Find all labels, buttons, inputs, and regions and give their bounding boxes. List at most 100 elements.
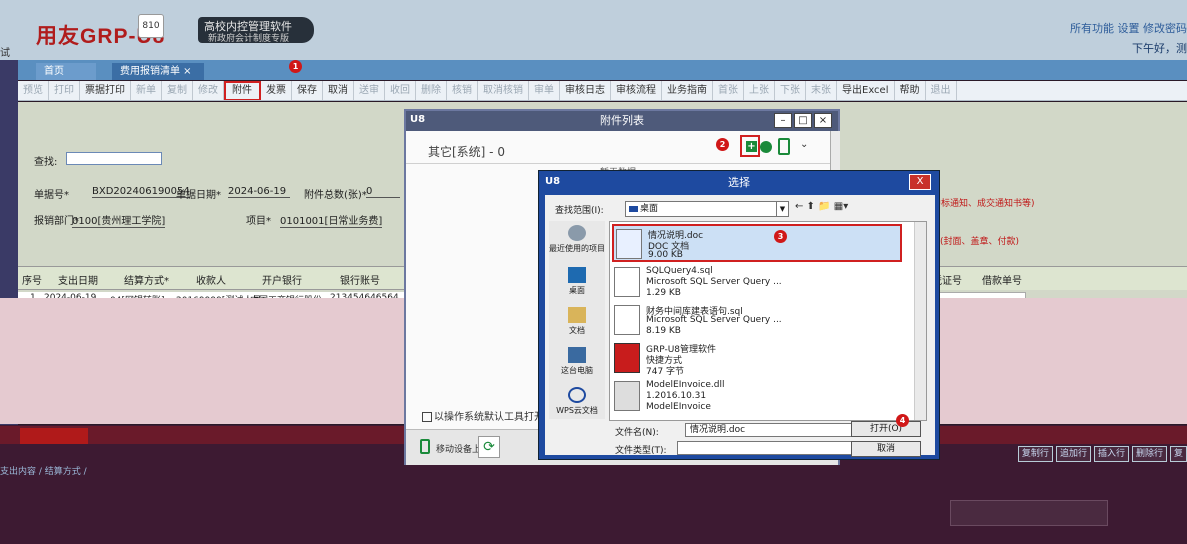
toolbar-button[interactable]: 末张 <box>806 81 837 100</box>
row-action-buttons: 复制行 追加行 插入行 删除行复 <box>1015 446 1187 464</box>
scrollbar[interactable] <box>914 222 926 420</box>
file-item[interactable]: SQLQuery4.sql Microsoft SQL Server Query… <box>612 264 902 302</box>
cancel-button[interactable]: 取消 <box>851 441 921 457</box>
attachment-category[interactable]: 其它[系统] - 0 <box>428 143 505 160</box>
camera-icon[interactable] <box>760 141 772 153</box>
chooser-body: 查找范围(I): 桌面 ▼ ← ⬆ 📁 ▦▾ 最近使用的项目 桌面 文档 这台电脑… <box>545 195 935 457</box>
toolbar-button[interactable]: 审核日志 <box>560 81 611 100</box>
toolbar-button[interactable]: 帮助 <box>895 81 926 100</box>
dept-value[interactable]: 0100[贵州理工学院] <box>72 212 166 228</box>
toolbar-button[interactable]: 导出Excel <box>837 81 895 100</box>
desktop-icon <box>568 267 586 283</box>
place-documents[interactable]: 文档 <box>549 307 605 336</box>
product-banner: 高校内控管理软件 新政府会计制度专版 <box>198 17 314 44</box>
top-links[interactable]: 所有功能 设置 修改密码 <box>1070 20 1187 36</box>
copy-button[interactable]: 复 <box>1169 446 1187 462</box>
project-value[interactable]: 0101001[日常业务费] <box>280 212 383 228</box>
file-item[interactable]: 情况说明.doc DOC 文档 9.00 KB <box>612 224 902 262</box>
insert-row-button[interactable]: 插入行 <box>1093 446 1129 462</box>
toolbar-button[interactable]: 新单 <box>131 81 162 100</box>
toolbar-button[interactable]: 删除 <box>416 81 447 100</box>
toolbar-button[interactable]: 审单 <box>529 81 560 100</box>
place-desktop[interactable]: 桌面 <box>549 267 605 296</box>
toolbar-button[interactable]: 上张 <box>744 81 775 100</box>
copy-row-button[interactable]: 复制行 <box>1017 446 1053 462</box>
greeting-text: 下午好，测 <box>1132 42 1187 55</box>
file-item[interactable]: 财务中间库建表语句.sql Microsoft SQL Server Query… <box>612 302 902 340</box>
file-item[interactable]: ModelEInvoice.dll 1.2016.10.31 ModelEInv… <box>612 378 902 416</box>
toolbar-button[interactable]: 退出 <box>926 81 957 100</box>
file-type: Microsoft SQL Server Query ... <box>646 277 782 287</box>
search-label: 查找: <box>34 157 58 168</box>
toolbar-button[interactable]: 修改 <box>193 81 224 100</box>
place-wps-cloud[interactable]: WPS云文档 <box>549 387 605 416</box>
notice-text-2: (封面、盖章、付款) <box>940 237 1020 247</box>
filename-label: 文件名(N): <box>615 428 659 438</box>
append-row-button[interactable]: 追加行 <box>1055 446 1091 462</box>
refresh-icon[interactable]: ⟳ <box>478 436 500 458</box>
toolbar-button[interactable]: 保存 <box>292 81 323 100</box>
attach-count-value: 0 <box>366 186 400 198</box>
toolbar-button[interactable]: 下张 <box>775 81 806 100</box>
doc-date-value[interactable]: 2024-06-19 <box>228 186 290 198</box>
sheet-tabs[interactable]: 支出内容 / 结算方式 / <box>0 464 200 477</box>
tab-expense-list[interactable]: 费用报销清单 × <box>112 63 204 80</box>
sql-file-icon <box>614 267 640 297</box>
filename-input[interactable]: 情况说明.doc <box>685 423 855 437</box>
filetype-select[interactable] <box>677 441 855 455</box>
look-in-select[interactable]: 桌面 ▼ <box>625 201 789 217</box>
shortcut-icon <box>614 343 640 373</box>
file-item[interactable]: GRP-U8管理软件 快捷方式 747 字节 <box>612 340 902 378</box>
toolbar-button[interactable]: 取消 <box>323 81 354 100</box>
places-bar: 最近使用的项目 桌面 文档 这台电脑 WPS云文档 <box>549 221 605 419</box>
toolbar-button[interactable]: 预览 <box>18 81 49 100</box>
delete-row-button[interactable]: 删除行 <box>1131 446 1167 462</box>
file-size: 747 字节 <box>646 367 685 377</box>
toolbar-button[interactable]: 复制 <box>162 81 193 100</box>
close-button[interactable]: X <box>909 174 931 190</box>
toolbar-button[interactable]: 收回 <box>385 81 416 100</box>
filetype-label: 文件类型(T): <box>615 446 667 456</box>
toolbar-button[interactable]: 审核流程 <box>611 81 662 100</box>
toolbar-button[interactable]: 票据打印 <box>80 81 131 100</box>
file-type: 1.2016.10.31 <box>646 391 707 401</box>
toolbar-button[interactable]: 送审 <box>354 81 385 100</box>
file-size: 9.00 KB <box>648 250 683 260</box>
toolbar-button[interactable]: 发票 <box>261 81 292 100</box>
open-button[interactable]: 打开(O) <box>851 421 921 437</box>
place-this-pc[interactable]: 这台电脑 <box>549 347 605 376</box>
computer-icon <box>568 347 586 363</box>
divider <box>406 163 830 164</box>
close-icon[interactable]: × <box>814 113 832 128</box>
maximize-icon[interactable]: □ <box>794 113 812 128</box>
tab-home[interactable]: 首页 <box>36 63 96 80</box>
file-size: ModelEInvoice <box>646 402 711 412</box>
open-with-default-checkbox[interactable]: 以操作系统默认工具打开 <box>422 408 544 423</box>
col-header: 支出日期 <box>58 276 98 287</box>
grid-header: 序号 支出日期 结算方式* 收款人 开户银行 银行账号 <box>18 266 404 290</box>
chevron-down-icon[interactable]: ⌄ <box>800 139 808 150</box>
phone-icon[interactable] <box>778 138 790 155</box>
toolbar-button[interactable]: 首张 <box>713 81 744 100</box>
status-indicator <box>20 428 88 444</box>
search-input[interactable] <box>66 152 162 165</box>
chevron-down-icon[interactable]: ▼ <box>776 202 788 216</box>
nav-icons[interactable]: ← ⬆ 📁 ▦▾ <box>795 201 848 212</box>
col-header: 结算方式* <box>124 276 169 287</box>
minimize-icon[interactable]: – <box>774 113 792 128</box>
place-label: 这台电脑 <box>561 366 593 375</box>
product-subtitle: 新政府会计制度专版 <box>208 34 290 44</box>
toolbar-button[interactable]: 业务指南 <box>662 81 713 100</box>
step-badge-3: 3 <box>774 230 787 243</box>
toolbar-button[interactable]: 取消核销 <box>478 81 529 100</box>
tab-bar: 首页 费用报销清单 × <box>18 60 1187 80</box>
toolbar-button[interactable]: 核销 <box>447 81 478 100</box>
dialog-title: 选择 <box>728 176 750 189</box>
add-attachment-button[interactable]: + <box>740 135 760 157</box>
place-recent[interactable]: 最近使用的项目 <box>549 225 605 254</box>
toolbar-button[interactable]: 附件 <box>224 81 261 100</box>
footer-panel <box>950 500 1108 526</box>
checkbox[interactable] <box>422 412 432 422</box>
toolbar-button[interactable]: 打印 <box>49 81 80 100</box>
sql-file-icon <box>614 305 640 335</box>
